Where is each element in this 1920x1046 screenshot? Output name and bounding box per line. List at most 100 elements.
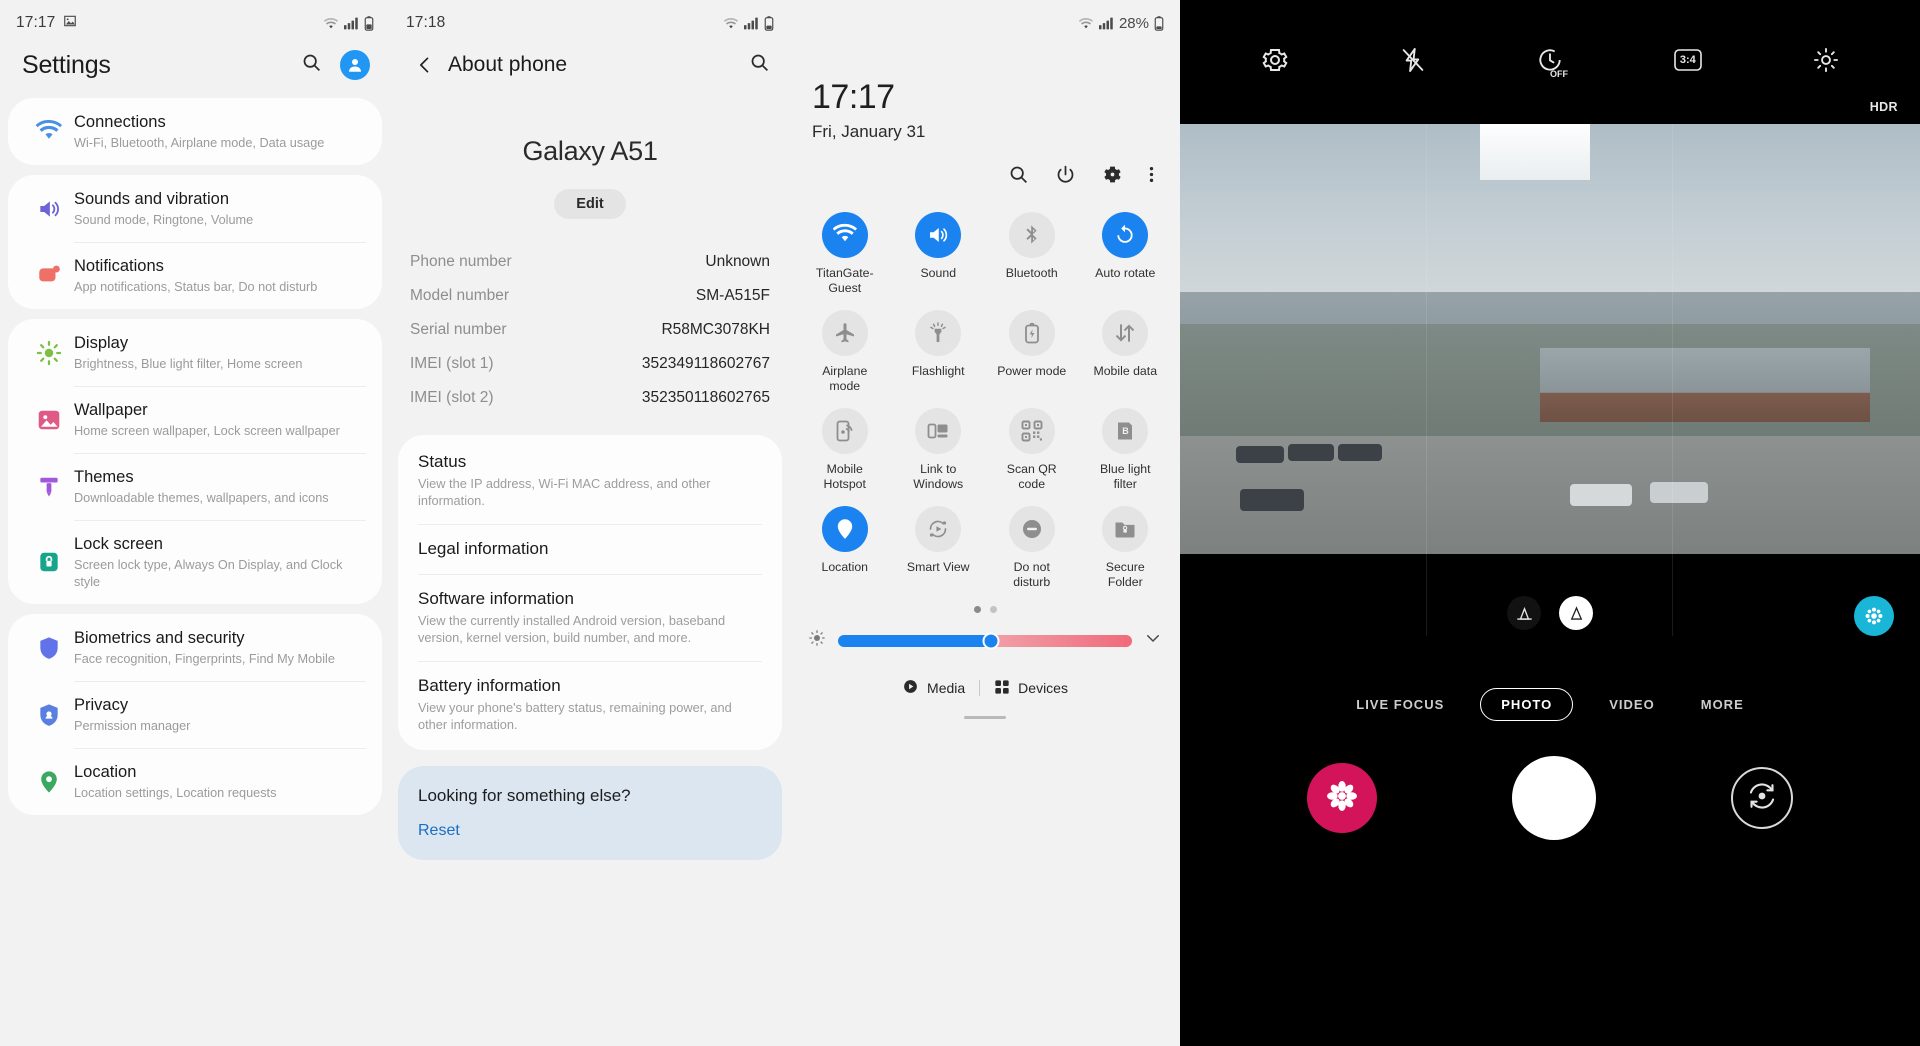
settings-item-title: Wallpaper [74,401,148,419]
quicksettings-clock[interactable]: 17:17 Fri, January 31 [790,46,1180,142]
about-item-battery-information[interactable]: Battery information View your phone's bat… [398,661,782,748]
drag-handle[interactable] [964,716,1006,719]
page-dot[interactable] [973,606,981,613]
status-bar-settings: 17:17 [0,0,390,46]
sparkle-icon[interactable] [1812,46,1840,79]
sidebar-item-notifications[interactable]: Notifications App notifications, Status b… [8,242,382,309]
gallery-button[interactable] [1307,763,1378,833]
camera-mode-more[interactable]: MORE [1691,689,1754,720]
looking-for-title: Looking for something else? [418,786,631,805]
switch-camera-button[interactable] [1730,767,1793,829]
camera-mode-video[interactable]: VIDEO [1599,689,1664,720]
settings-item-subtitle: Wi-Fi, Bluetooth, Airplane mode, Data us… [74,136,325,150]
flash-off-icon[interactable] [1399,46,1427,79]
reset-link[interactable]: Reset [418,822,762,840]
sidebar-item-location[interactable]: Location Location settings, Location requ… [8,748,382,815]
quick-tile-wifi[interactable]: TitanGate-Guest [798,212,892,296]
back-icon[interactable] [410,55,440,75]
quick-tile-location[interactable]: Location [798,506,892,590]
device-info-row: Phone number Unknown [410,245,770,279]
filter-button[interactable] [1854,596,1894,636]
page-dot[interactable] [989,606,997,613]
quick-tile-do-not-disturb[interactable]: Do not disturb [985,506,1079,590]
zoom-button-ultrawide[interactable] [1507,596,1541,630]
camera-viewfinder[interactable] [1180,124,1920,636]
quick-tile-label: Sound [920,266,957,280]
quick-tile-scan-qr-code[interactable]: Scan QR code [985,408,1079,492]
power-icon[interactable] [1055,164,1076,190]
chevron-down-icon[interactable] [1144,629,1162,652]
search-icon[interactable] [301,52,322,78]
device-info-row: Serial number R58MC3078KH [410,313,770,347]
about-item-legal-information[interactable]: Legal information [398,524,782,574]
quick-tile-blue-light-filter[interactable]: B Blue light filter [1079,408,1173,492]
gear-icon[interactable] [1260,45,1290,80]
sidebar-item-wallpaper[interactable]: Wallpaper Home screen wallpaper, Lock scr… [8,386,382,453]
sidebar-item-themes[interactable]: Themes Downloadable themes, wallpapers, a… [8,453,382,520]
settings-item-text: Privacy Permission manager [74,694,368,735]
sidebar-item-privacy[interactable]: Privacy Permission manager [8,681,382,748]
quick-tile-power-mode[interactable]: Power mode [985,310,1079,394]
quick-tile-smart-view[interactable]: Smart View [892,506,986,590]
location-pin-icon [24,769,74,795]
sidebar-item-connections[interactable]: Connections Wi-Fi, Bluetooth, Airplane mo… [8,98,382,165]
about-item-software-information[interactable]: Software information View the currently i… [398,574,782,661]
aspect-ratio-label: 3:4 [1679,53,1696,66]
shutter-button[interactable] [1511,756,1596,840]
timer-off-icon[interactable]: OFF [1536,46,1568,79]
quick-tile-mobile-data[interactable]: Mobile data [1079,310,1173,394]
more-vertical-icon[interactable] [1149,164,1154,190]
settings-header: Settings [0,46,390,98]
settings-header-actions [301,50,370,80]
sidebar-item-lock-screen[interactable]: Lock screen Screen lock type, Always On D… [8,520,382,604]
device-info-row: IMEI (slot 2) 352350118602765 [410,381,770,415]
quick-tile-bluetooth[interactable]: Bluetooth [985,212,1079,296]
notification-icon [24,263,74,289]
brightness-slider[interactable] [838,632,1132,649]
settings-group-0: Connections Wi-Fi, Bluetooth, Airplane mo… [8,98,382,165]
about-item-status[interactable]: Status View the IP address, Wi-Fi MAC add… [398,437,782,524]
quick-tile-airplane-mode[interactable]: Airplane mode [798,310,892,394]
zoom-button-wide[interactable] [1559,596,1593,630]
settings-group-3: Biometrics and security Face recognition,… [8,614,382,815]
settings-item-text: Sounds and vibration Sound mode, Ringtone… [74,188,368,229]
clock-time: 17:17 [812,78,895,116]
quick-tile-link-to-windows[interactable]: Link to Windows [892,408,986,492]
settings-gear-icon[interactable] [1102,164,1123,190]
viewfinder-grid-line [1426,124,1427,636]
signal-icon [344,17,359,30]
edit-button[interactable]: Edit [554,189,626,219]
about-item-subtitle: View the currently installed Android ver… [418,613,726,645]
devices-button[interactable]: Devices [994,679,1068,698]
camera-top-bar: OFF 3:4 [1180,0,1920,124]
smart-view-icon [915,506,962,552]
slider-knob[interactable] [982,632,1000,649]
avatar[interactable] [340,50,370,80]
media-button[interactable]: Media [902,678,965,698]
quick-tile-sound[interactable]: Sound [892,212,986,296]
grid-icon [994,679,1010,698]
about-options-card: Status View the IP address, Wi-Fi MAC add… [398,435,782,750]
quick-tile-mobile-hotspot[interactable]: Mobile Hotspot [798,408,892,492]
settings-item-title: Sounds and vibration [74,190,230,208]
rotate-icon [1102,212,1149,258]
settings-list: Connections Wi-Fi, Bluetooth, Airplane mo… [0,98,390,815]
quick-tile-secure-folder[interactable]: Secure Folder [1079,506,1173,590]
sidebar-item-biometrics-and-security[interactable]: Biometrics and security Face recognition,… [8,614,382,681]
settings-item-subtitle: Home screen wallpaper, Lock screen wallp… [74,424,340,438]
quick-tile-auto-rotate[interactable]: Auto rotate [1079,212,1173,296]
sidebar-item-sounds-and-vibration[interactable]: Sounds and vibration Sound mode, Ringtone… [8,175,382,242]
settings-item-subtitle: Location settings, Location requests [74,786,277,800]
search-icon[interactable] [749,52,770,78]
sidebar-item-display[interactable]: Display Brightness, Blue light filter, Ho… [8,319,382,386]
screenshot-root: 17:17 Settings Connections Wi-Fi, Blueto… [0,0,1920,1046]
settings-item-subtitle: Brightness, Blue light filter, Home scre… [74,357,303,371]
info-value: SM-A515F [695,287,770,304]
camera-mode-live-focus[interactable]: LIVE FOCUS [1346,689,1454,720]
hotspot-icon [821,408,868,454]
hdr-badge: HDR [1869,100,1898,114]
quick-tile-flashlight[interactable]: Flashlight [892,310,986,394]
aspect-ratio-icon[interactable]: 3:4 [1673,47,1703,78]
search-icon[interactable] [1008,164,1029,190]
camera-mode-photo[interactable]: PHOTO [1480,688,1574,721]
